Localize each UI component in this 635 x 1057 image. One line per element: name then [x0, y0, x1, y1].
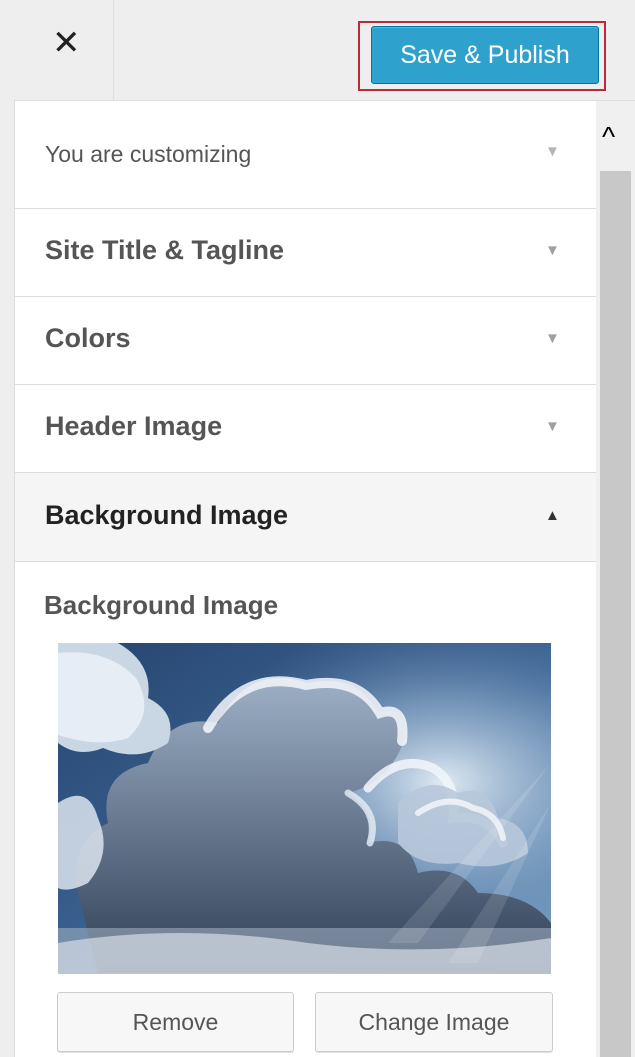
section-header-image[interactable]: Header Image ▼: [15, 385, 596, 473]
left-edge: [0, 0, 14, 1057]
section-theme-info[interactable]: You are customizing ▼: [15, 101, 596, 209]
change-image-button[interactable]: Change Image: [315, 992, 553, 1052]
close-icon: ✕: [52, 24, 81, 62]
customizer-panel: ✕ Save & Publish You are customizing ▼ S…: [0, 0, 635, 1057]
chevron-up-icon: ▲: [545, 507, 560, 524]
section-title: Site Title & Tagline: [45, 235, 285, 265]
section-title: Header Image: [45, 411, 223, 441]
close-button[interactable]: ✕: [14, 0, 114, 100]
save-publish-button[interactable]: Save & Publish: [371, 26, 599, 84]
chevron-down-icon: ▼: [545, 418, 560, 435]
scrollbar[interactable]: ^: [596, 101, 635, 1057]
section-title: You are customizing: [45, 141, 252, 167]
section-site-title[interactable]: Site Title & Tagline ▼: [15, 209, 596, 297]
scroll-thumb[interactable]: [600, 171, 631, 1057]
section-title: Background Image: [45, 500, 289, 530]
customizer-header: ✕ Save & Publish: [14, 0, 635, 101]
remove-button[interactable]: Remove: [57, 992, 294, 1052]
chevron-up-icon: ^: [602, 121, 616, 152]
scroll-up-button[interactable]: ^: [596, 101, 635, 171]
section-title: Colors: [45, 323, 131, 353]
section-colors[interactable]: Colors ▼: [15, 297, 596, 385]
chevron-down-icon: ▼: [545, 330, 560, 347]
background-image-label: Background Image: [44, 590, 279, 620]
chevron-down-icon: ▼: [545, 143, 560, 160]
sky-clouds-image[interactable]: [58, 643, 551, 974]
section-background-image[interactable]: Background Image ▲: [15, 473, 596, 562]
chevron-down-icon: ▼: [545, 242, 560, 259]
